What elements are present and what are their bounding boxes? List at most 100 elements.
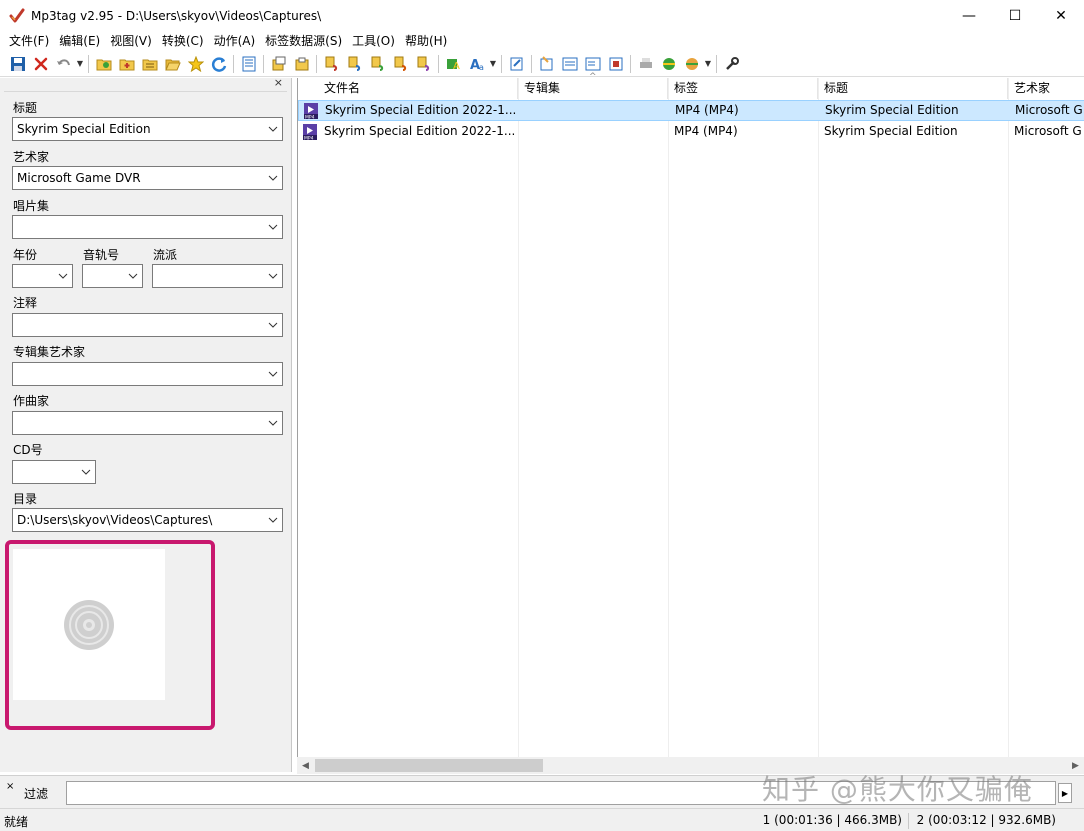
column-artist[interactable]: 艺术家	[1008, 78, 1084, 99]
toolbar-separator	[716, 54, 717, 73]
toolbar-separator	[316, 54, 317, 73]
artist-cell: Microsoft G	[1015, 103, 1083, 117]
column-divider	[668, 78, 669, 758]
chevron-down-icon: ▼	[76, 59, 84, 68]
column-filename[interactable]: 文件名	[298, 78, 518, 99]
extended-tags-button[interactable]	[505, 53, 528, 75]
filter-go-button[interactable]: ▶	[1058, 783, 1072, 803]
open-folder-button[interactable]	[161, 53, 184, 75]
menu-edit[interactable]: 编辑(E)	[54, 31, 105, 51]
chevron-down-icon[interactable]	[264, 412, 282, 434]
window-title: Mp3tag v2.95 - D:\Users\skyov\Videos\Cap…	[31, 8, 322, 23]
menu-convert[interactable]: 转换(C)	[157, 31, 209, 51]
quick-actions-dropdown[interactable]: ▼	[488, 53, 498, 75]
chevron-down-icon[interactable]	[124, 265, 142, 287]
minimize-button[interactable]: —	[946, 0, 992, 31]
paste-tag-button[interactable]	[290, 53, 313, 75]
change-directory-button[interactable]	[92, 53, 115, 75]
actions-button[interactable]: A	[442, 53, 465, 75]
undo-button[interactable]	[52, 53, 75, 75]
title-combo[interactable]: Skyrim Special Edition	[12, 117, 283, 141]
chevron-down-icon[interactable]	[77, 461, 95, 483]
refresh-button[interactable]	[207, 53, 230, 75]
toolbar-separator	[501, 54, 502, 73]
column-title[interactable]: 标题	[818, 78, 1008, 99]
undo-dropdown[interactable]: ▼	[75, 53, 85, 75]
wrench-icon	[725, 56, 739, 70]
close-button[interactable]: ✕	[1038, 0, 1084, 31]
album-artist-combo[interactable]	[12, 362, 283, 386]
directory-value: D:\Users\skyov\Videos\Captures\	[17, 513, 213, 527]
chevron-down-icon[interactable]	[264, 314, 282, 336]
genre-combo[interactable]	[152, 264, 283, 288]
menu-tools[interactable]: 工具(O)	[347, 31, 400, 51]
save-icon	[10, 56, 25, 71]
chevron-down-icon[interactable]	[264, 265, 282, 287]
menu-view[interactable]: 视图(V)	[105, 31, 157, 51]
convert-icon	[348, 56, 360, 71]
tag-sources-button[interactable]	[558, 53, 581, 75]
web-search-button[interactable]	[680, 53, 703, 75]
tag-panel-header: ×	[4, 76, 287, 92]
filename-to-tag-button[interactable]	[343, 53, 366, 75]
album-combo[interactable]	[12, 215, 283, 239]
file-list: 文件名 专辑集 标签 标题 艺术家 MP4 Skyrim Special Edi…	[297, 78, 1084, 772]
scroll-left-icon[interactable]: ◀	[297, 757, 314, 774]
table-row[interactable]: MP4 Skyrim Special Edition 2022-1... MP4…	[298, 100, 1084, 121]
remove-tag-button[interactable]	[29, 53, 52, 75]
column-tag[interactable]: 标签	[668, 78, 818, 99]
toolbar-separator	[438, 54, 439, 73]
print-icon	[639, 57, 652, 68]
chevron-down-icon[interactable]	[264, 216, 282, 238]
add-directory-button[interactable]	[115, 53, 138, 75]
web-search-dropdown[interactable]: ▼	[703, 53, 713, 75]
menu-file[interactable]: 文件(F)	[4, 31, 54, 51]
column-divider	[518, 78, 519, 758]
table-row[interactable]: MP4 Skyrim Special Edition 2022-1... MP4…	[298, 121, 1084, 142]
chevron-down-icon[interactable]	[264, 363, 282, 385]
copy-icon	[272, 56, 285, 70]
favorites-button[interactable]	[184, 53, 207, 75]
directory-combo[interactable]: D:\Users\skyov\Videos\Captures\	[12, 508, 283, 532]
text-to-tag-button[interactable]	[366, 53, 389, 75]
track-combo[interactable]	[82, 264, 143, 288]
close-icon: ✕	[1055, 7, 1067, 24]
tag-to-filename-button[interactable]	[320, 53, 343, 75]
scroll-right-icon[interactable]: ▶	[1067, 757, 1084, 774]
quick-actions-button[interactable]: Aa	[465, 53, 488, 75]
cover-button[interactable]	[604, 53, 627, 75]
watermark: 知乎 @熊大你又骗俺	[762, 773, 1033, 806]
menu-actions[interactable]: 动作(A)	[209, 31, 261, 51]
maximize-button[interactable]: ☐	[992, 0, 1038, 31]
export-button[interactable]	[412, 53, 435, 75]
chevron-down-icon: ▼	[489, 59, 497, 68]
chevron-down-icon[interactable]	[264, 118, 282, 140]
tag-to-tag-button[interactable]	[389, 53, 412, 75]
year-combo[interactable]	[12, 264, 73, 288]
chevron-down-icon[interactable]	[264, 167, 282, 189]
numbering-icon	[540, 55, 552, 70]
scrollbar-thumb[interactable]	[315, 759, 543, 772]
comment-combo[interactable]	[12, 313, 283, 337]
options-button[interactable]	[720, 53, 743, 75]
chevron-down-icon[interactable]	[264, 509, 282, 531]
artist-combo[interactable]: Microsoft Game DVR	[12, 166, 283, 190]
copy-tag-button[interactable]	[267, 53, 290, 75]
web-sources-button[interactable]	[657, 53, 680, 75]
menu-help[interactable]: 帮助(H)	[400, 31, 452, 51]
print-button[interactable]	[634, 53, 657, 75]
save-button[interactable]	[6, 53, 29, 75]
column-divider	[818, 78, 819, 758]
actions-icon: A	[446, 58, 460, 72]
close-icon[interactable]: ×	[274, 76, 283, 89]
folder-refresh-icon	[96, 59, 111, 70]
auto-numbering-button[interactable]	[535, 53, 558, 75]
composer-combo[interactable]	[12, 411, 283, 435]
tag-panel-button[interactable]	[237, 53, 260, 75]
chevron-down-icon[interactable]	[54, 265, 72, 287]
toolbar-separator	[233, 54, 234, 73]
cd-combo[interactable]	[12, 460, 96, 484]
close-filter-icon[interactable]: ×	[6, 781, 14, 792]
menu-tag-sources[interactable]: 标签数据源(S)	[260, 31, 347, 51]
playlist-button[interactable]	[138, 53, 161, 75]
